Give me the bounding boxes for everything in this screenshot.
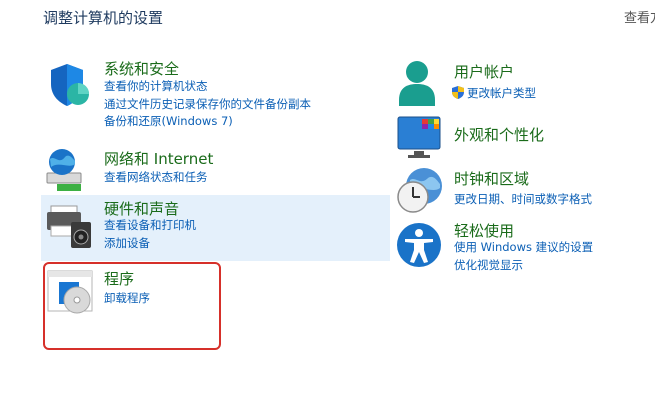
category-title-ease-of-access[interactable]: 轻松使用 (454, 220, 514, 241)
category-title-clock-region[interactable]: 时钟和区域 (454, 168, 529, 189)
category-title-user-accounts[interactable]: 用户帐户 (454, 61, 514, 82)
clock-globe-icon (397, 168, 442, 213)
user-accounts-icon (399, 61, 435, 106)
link-recommended-settings[interactable]: 使用 Windows 建议的设置 (454, 239, 593, 257)
link-devices-printers[interactable]: 查看设备和打印机 (104, 217, 196, 235)
link-add-device[interactable]: 添加设备 (104, 235, 196, 253)
shield-icon (51, 64, 89, 106)
view-by-label[interactable]: 查看方 (624, 7, 655, 26)
link-change-date-time-format[interactable]: 更改日期、时间或数字格式 (454, 191, 592, 209)
category-ease-of-access[interactable]: 轻松使用 使用 Windows 建议的设置 优化视觉显示 (396, 220, 655, 280)
uac-shield-icon (452, 86, 464, 99)
category-title-appearance[interactable]: 外观和个性化 (454, 124, 544, 145)
network-globe-icon (46, 149, 82, 191)
link-network-status-tasks[interactable]: 查看网络状态和任务 (104, 169, 208, 187)
accessibility-icon (397, 223, 441, 267)
monitor-palette-icon (397, 116, 441, 158)
programs-highlight-box (43, 262, 221, 350)
category-network-internet[interactable]: 网络和 Internet 查看网络状态和任务 (45, 147, 385, 191)
category-clock-region[interactable]: 时钟和区域 更改日期、时间或数字格式 (396, 166, 655, 213)
link-change-account-type[interactable]: 更改帐户类型 (467, 86, 536, 100)
page-title: 调整计算机的设置 (43, 9, 164, 27)
category-user-accounts[interactable]: 用户帐户 更改帐户类型 (396, 60, 655, 106)
printer-speaker-icon (47, 205, 91, 248)
category-appearance[interactable]: 外观和个性化 (396, 115, 655, 159)
link-optimize-visual-display[interactable]: 优化视觉显示 (454, 257, 593, 275)
link-file-history-backup[interactable]: 通过文件历史记录保存你的文件备份副本 (104, 96, 311, 114)
link-backup-restore-win7[interactable]: 备份和还原(Windows 7) (104, 113, 311, 131)
link-view-computer-status[interactable]: 查看你的计算机状态 (104, 78, 311, 96)
category-title-network-internet[interactable]: 网络和 Internet (104, 148, 213, 169)
category-title-system-security[interactable]: 系统和安全 (104, 58, 179, 79)
category-system-security[interactable]: 系统和安全 查看你的计算机状态 通过文件历史记录保存你的文件备份副本 备份和还原… (45, 58, 385, 136)
category-hardware-sound[interactable]: 硬件和声音 查看设备和打印机 添加设备 (45, 198, 385, 258)
category-title-hardware-sound[interactable]: 硬件和声音 (104, 198, 179, 219)
